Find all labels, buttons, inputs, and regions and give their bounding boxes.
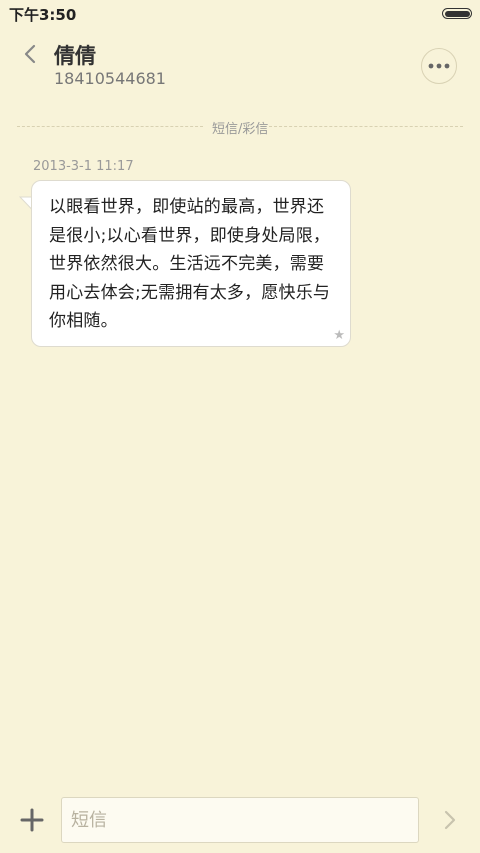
sms-input[interactable]	[61, 797, 419, 843]
contact-number: 18410544681	[54, 69, 166, 88]
divider-line-right	[269, 126, 463, 127]
chevron-left-icon	[24, 44, 36, 64]
message-type-divider: 短信/彩信	[17, 117, 463, 137]
status-bar: 下午3:50	[0, 0, 480, 28]
more-dots-icon	[428, 63, 450, 69]
contact-name: 倩倩	[54, 44, 96, 68]
plus-icon	[20, 808, 44, 832]
composer-bar	[0, 790, 480, 853]
message-bubble[interactable]: 以眼看世界，即使站的最高，世界还是很小;以心看世界，即使身处局限，世界依然很大。…	[31, 180, 351, 347]
chevron-right-icon	[444, 810, 456, 830]
status-time: 下午3:50	[9, 6, 77, 24]
divider-label: 短信/彩信	[212, 122, 269, 137]
divider-line-left	[17, 126, 203, 127]
conversation-header: 倩倩 18410544681	[0, 28, 480, 108]
send-button[interactable]	[437, 807, 463, 833]
back-button[interactable]	[16, 40, 44, 68]
message-timestamp: 2013-3-1 11:17	[33, 159, 134, 174]
battery-level	[444, 10, 470, 17]
message-text: 以眼看世界，即使站的最高，世界还是很小;以心看世界，即使身处局限，世界依然很大。…	[49, 197, 331, 331]
battery-icon	[442, 8, 472, 19]
add-attachment-button[interactable]	[19, 807, 45, 833]
more-options-button[interactable]	[421, 48, 457, 84]
star-icon: ★	[333, 328, 345, 343]
